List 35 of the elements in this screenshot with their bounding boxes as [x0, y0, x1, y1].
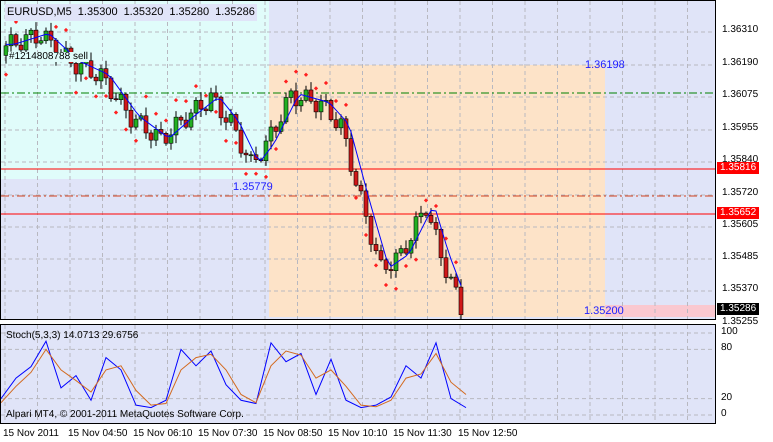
price-marker: 1.35652: [717, 207, 760, 219]
price-tick-label: 1.36075: [722, 90, 758, 100]
time-tick-label: 15 Nov 06:10: [133, 427, 192, 441]
indicator-title: Stoch(5,3,3) 14.0713 29.6756: [6, 329, 138, 343]
time-tick-label: 15 Nov 11:30: [393, 427, 452, 441]
copyright-text: Alpari MT4, © 2001-2011 MetaQuotes Software Corp.: [6, 408, 244, 422]
time-tick-label: 15 Nov 08:50: [263, 427, 322, 441]
price-tick-label: 1.36310: [722, 25, 758, 35]
price-tick-label: 1.35605: [722, 220, 758, 230]
price-label: 1.35779: [233, 182, 273, 193]
stochastic-tick-label: 20: [721, 392, 732, 403]
price-label: 1.36198: [585, 60, 625, 71]
price-tick-label: 1.35370: [722, 284, 758, 294]
price-tick-label: 1.35720: [722, 188, 758, 198]
price-tick-label: 1.35955: [722, 123, 758, 133]
order-label: #1214808788 sell: [8, 52, 89, 62]
time-tick-label: 15 Nov 2011: [3, 427, 59, 441]
price-label: 1.35200: [584, 306, 624, 317]
stochastic-tick-label: 0: [721, 409, 727, 419]
ohlc-value: 1.35286: [215, 5, 255, 20]
stochastic-tick-label: 100: [721, 327, 738, 337]
price-tick-label: 1.35485: [722, 252, 758, 262]
ohlc-value: 1.35320: [124, 5, 164, 20]
ohlc-value: 1.35300: [78, 5, 118, 20]
stochastic-tick-label: 80: [721, 343, 732, 354]
time-tick-label: 15 Nov 04:50: [68, 427, 128, 441]
price-tick-label: 1.36190: [722, 58, 758, 68]
price-marker: 1.35286: [717, 303, 760, 315]
symbol-label: EURUSD,M5: [7, 5, 72, 20]
ohlc-value: 1.35280: [169, 5, 210, 20]
time-tick-label: 15 Nov 12:50: [458, 427, 518, 441]
price-tick-label: 1.35255: [722, 317, 758, 327]
time-tick-label: 15 Nov 07:30: [198, 427, 258, 441]
price-marker: 1.35816: [717, 162, 760, 174]
time-tick-label: 15 Nov 10:10: [328, 427, 388, 441]
